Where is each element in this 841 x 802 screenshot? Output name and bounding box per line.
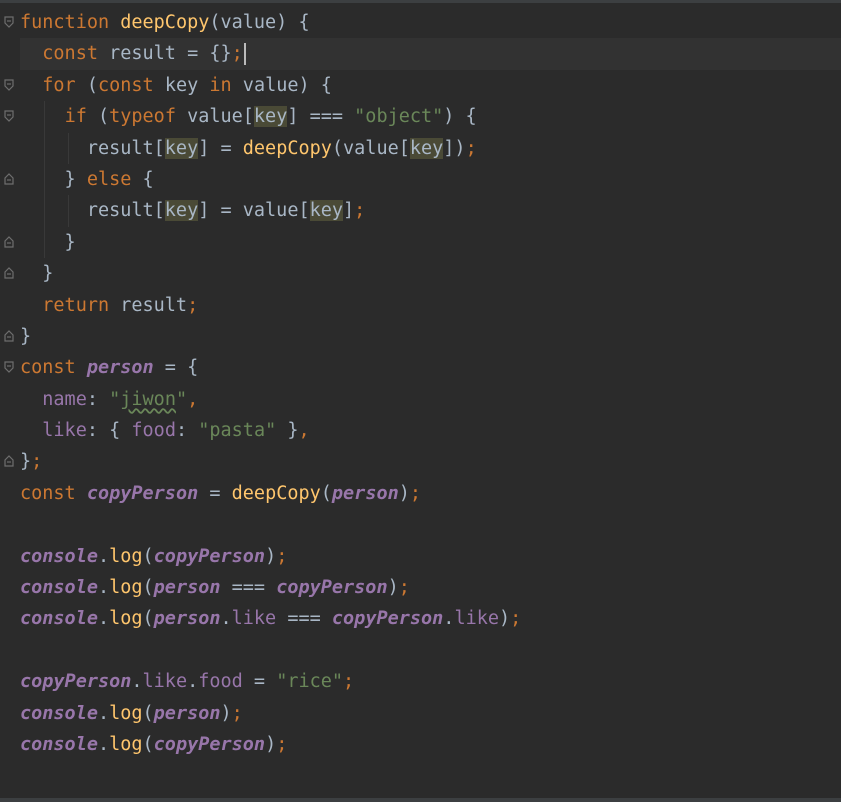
code-line[interactable]: const result = {}; xyxy=(20,38,841,70)
code-line[interactable]: name: "jiwon", xyxy=(20,384,841,415)
fold-close-icon[interactable] xyxy=(4,330,14,342)
code-line[interactable]: } xyxy=(4,258,841,289)
code-line[interactable]: } xyxy=(4,321,841,352)
indent-guide xyxy=(43,195,45,227)
fold-close-icon[interactable] xyxy=(4,235,14,248)
gutter xyxy=(0,3,20,798)
code-line[interactable] xyxy=(20,635,841,666)
code-line[interactable]: result[key] = value[key]; xyxy=(20,195,841,227)
text-caret xyxy=(243,43,246,66)
fold-open-icon[interactable] xyxy=(4,361,14,374)
code-line[interactable]: console.log(copyPerson); xyxy=(20,541,841,572)
indent-guide xyxy=(43,101,45,133)
code-line[interactable]: console.log(person === copyPerson); xyxy=(20,572,841,603)
code-line[interactable]: console.log(person.like === copyPerson.l… xyxy=(20,603,841,634)
indent-guide xyxy=(67,195,69,227)
code-line[interactable]: for (const key in value) { xyxy=(4,70,841,101)
code-line[interactable] xyxy=(20,509,841,540)
code-line[interactable]: }; xyxy=(4,446,841,477)
code-line[interactable]: } xyxy=(4,226,841,259)
code-line[interactable]: result[key] = deepCopy(value[key]); xyxy=(20,132,841,164)
code-line[interactable]: console.log(person); xyxy=(20,698,841,729)
fold-close-icon[interactable] xyxy=(4,455,14,468)
code-line[interactable]: console.log(copyPerson); xyxy=(20,729,841,760)
code-area[interactable]: function deepCopy(value) { const result … xyxy=(4,7,841,760)
code-line[interactable]: const copyPerson = deepCopy(person); xyxy=(20,478,841,509)
code-line[interactable]: } else { xyxy=(4,163,841,196)
fold-close-icon[interactable] xyxy=(4,173,14,185)
code-line[interactable]: copyPerson.like.food = "rice"; xyxy=(20,666,841,697)
indent-guide xyxy=(67,132,69,164)
code-editor[interactable]: function deepCopy(value) { const result … xyxy=(0,0,841,802)
indent-guide xyxy=(43,163,45,196)
fold-open-icon[interactable] xyxy=(4,79,14,91)
code-line[interactable]: like: { food: "pasta" }, xyxy=(20,415,841,446)
code-line[interactable]: function deepCopy(value) { xyxy=(4,7,841,38)
fold-open-icon[interactable] xyxy=(4,110,14,123)
code-line[interactable]: const person = { xyxy=(4,352,841,383)
fold-open-icon[interactable] xyxy=(4,16,14,28)
code-line[interactable]: if (typeof value[key] === "object") { xyxy=(4,101,841,133)
indent-guide xyxy=(43,226,45,259)
indent-guide xyxy=(43,132,45,164)
code-line[interactable]: return result; xyxy=(20,290,841,321)
fold-close-icon[interactable] xyxy=(4,267,14,279)
